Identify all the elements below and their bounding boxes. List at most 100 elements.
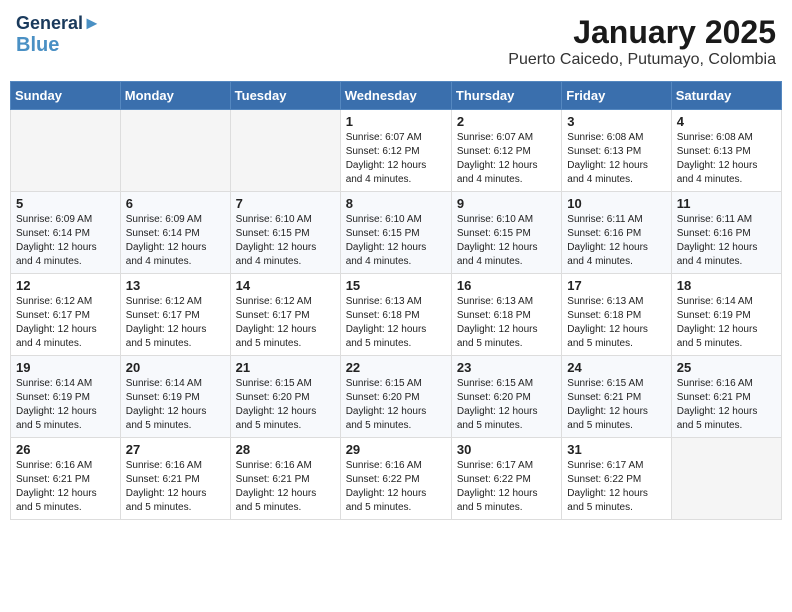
day-number: 20 [126, 360, 225, 375]
calendar-cell: 14 Sunrise: 6:12 AM Sunset: 6:17 PM Dayli… [230, 274, 340, 356]
calendar-cell: 3 Sunrise: 6:08 AM Sunset: 6:13 PM Daylig… [562, 110, 671, 192]
day-info: Sunrise: 6:17 AM Sunset: 6:22 PM Dayligh… [457, 459, 556, 515]
day-number: 19 [16, 360, 115, 375]
weekday-header-saturday: Saturday [671, 82, 781, 110]
calendar-cell: 25Sunrise: 6:16 AM Sunset: 6:21 PM Dayli… [671, 356, 781, 438]
calendar-cell: 15 Sunrise: 6:13 AM Sunset: 6:18 PM Dayli… [340, 274, 451, 356]
day-number: 6 [126, 196, 225, 211]
day-number: 12 [16, 278, 115, 293]
day-number: 10 [567, 196, 665, 211]
calendar-header-row: SundayMondayTuesdayWednesdayThursdayFrid… [11, 82, 782, 110]
day-info: Sunrise: 6:10 AM Sunset: 6:15 PM Dayligh… [346, 213, 446, 269]
day-info: Sunrise: 6:08 AM Sunset: 6:13 PM Dayligh… [567, 131, 665, 187]
calendar-cell: 21Sunrise: 6:15 AM Sunset: 6:20 PM Dayli… [230, 356, 340, 438]
day-info: Sunrise: 6:15 AM Sunset: 6:20 PM Dayligh… [457, 377, 556, 433]
calendar-cell: 28 Sunrise: 6:16 AM Sunset: 6:21 PM Dayli… [230, 438, 340, 520]
day-info: Sunrise: 6:16 AM Sunset: 6:21 PM Dayligh… [16, 459, 115, 515]
calendar-cell: 31Sunrise: 6:17 AM Sunset: 6:22 PM Dayli… [562, 438, 671, 520]
calendar-cell: 16 Sunrise: 6:13 AM Sunset: 6:18 PM Dayli… [451, 274, 561, 356]
calendar-title: January 2025 [508, 14, 776, 51]
logo-text-blue: Blue [16, 34, 59, 56]
weekday-header-friday: Friday [562, 82, 671, 110]
calendar-cell: 27 Sunrise: 6:16 AM Sunset: 6:21 PM Dayli… [120, 438, 230, 520]
day-number: 3 [567, 114, 665, 129]
day-number: 24 [567, 360, 665, 375]
day-number: 14 [236, 278, 335, 293]
calendar-cell [11, 110, 121, 192]
calendar-cell: 9 Sunrise: 6:10 AM Sunset: 6:15 PM Daylig… [451, 192, 561, 274]
day-info: Sunrise: 6:15 AM Sunset: 6:20 PM Dayligh… [236, 377, 335, 433]
calendar-cell: 22Sunrise: 6:15 AM Sunset: 6:20 PM Dayli… [340, 356, 451, 438]
day-info: Sunrise: 6:11 AM Sunset: 6:16 PM Dayligh… [567, 213, 665, 269]
calendar-cell [120, 110, 230, 192]
calendar-cell: 20 Sunrise: 6:14 AM Sunset: 6:19 PM Dayli… [120, 356, 230, 438]
calendar-cell: 1Sunrise: 6:07 AM Sunset: 6:12 PM Daylig… [340, 110, 451, 192]
day-number: 5 [16, 196, 115, 211]
calendar-week-row: 19 Sunrise: 6:14 AM Sunset: 6:19 PM Dayli… [11, 356, 782, 438]
calendar-cell [671, 438, 781, 520]
day-number: 18 [677, 278, 776, 293]
day-number: 30 [457, 442, 556, 457]
day-info: Sunrise: 6:10 AM Sunset: 6:15 PM Dayligh… [457, 213, 556, 269]
calendar-cell: 29Sunrise: 6:16 AM Sunset: 6:22 PM Dayli… [340, 438, 451, 520]
calendar-cell: 8 Sunrise: 6:10 AM Sunset: 6:15 PM Daylig… [340, 192, 451, 274]
day-info: Sunrise: 6:14 AM Sunset: 6:19 PM Dayligh… [677, 295, 776, 351]
day-info: Sunrise: 6:14 AM Sunset: 6:19 PM Dayligh… [126, 377, 225, 433]
day-info: Sunrise: 6:12 AM Sunset: 6:17 PM Dayligh… [126, 295, 225, 351]
day-info: Sunrise: 6:15 AM Sunset: 6:20 PM Dayligh… [346, 377, 446, 433]
day-info: Sunrise: 6:13 AM Sunset: 6:18 PM Dayligh… [346, 295, 446, 351]
day-info: Sunrise: 6:13 AM Sunset: 6:18 PM Dayligh… [457, 295, 556, 351]
calendar-week-row: 1Sunrise: 6:07 AM Sunset: 6:12 PM Daylig… [11, 110, 782, 192]
calendar-cell: 23 Sunrise: 6:15 AM Sunset: 6:20 PM Dayli… [451, 356, 561, 438]
day-number: 11 [677, 196, 776, 211]
day-info: Sunrise: 6:12 AM Sunset: 6:17 PM Dayligh… [236, 295, 335, 351]
calendar-cell: 26Sunrise: 6:16 AM Sunset: 6:21 PM Dayli… [11, 438, 121, 520]
day-info: Sunrise: 6:15 AM Sunset: 6:21 PM Dayligh… [567, 377, 665, 433]
calendar-cell: 7 Sunrise: 6:10 AM Sunset: 6:15 PM Daylig… [230, 192, 340, 274]
day-info: Sunrise: 6:12 AM Sunset: 6:17 PM Dayligh… [16, 295, 115, 351]
calendar-cell: 6 Sunrise: 6:09 AM Sunset: 6:14 PM Daylig… [120, 192, 230, 274]
day-number: 2 [457, 114, 556, 129]
day-info: Sunrise: 6:09 AM Sunset: 6:14 PM Dayligh… [16, 213, 115, 269]
calendar-cell: 30 Sunrise: 6:17 AM Sunset: 6:22 PM Dayli… [451, 438, 561, 520]
calendar-cell: 24 Sunrise: 6:15 AM Sunset: 6:21 PM Dayli… [562, 356, 671, 438]
logo-text-general: General► [16, 14, 101, 34]
day-number: 13 [126, 278, 225, 293]
calendar-cell: 12 Sunrise: 6:12 AM Sunset: 6:17 PM Dayli… [11, 274, 121, 356]
weekday-header-thursday: Thursday [451, 82, 561, 110]
day-number: 27 [126, 442, 225, 457]
title-block: January 2025 Puerto Caicedo, Putumayo, C… [508, 14, 776, 69]
day-number: 28 [236, 442, 335, 457]
calendar-cell: 10 Sunrise: 6:11 AM Sunset: 6:16 PM Dayli… [562, 192, 671, 274]
calendar-cell: 17 Sunrise: 6:13 AM Sunset: 6:18 PM Dayli… [562, 274, 671, 356]
calendar-subtitle: Puerto Caicedo, Putumayo, Colombia [508, 51, 776, 69]
day-info: Sunrise: 6:16 AM Sunset: 6:21 PM Dayligh… [236, 459, 335, 515]
calendar-cell: 13 Sunrise: 6:12 AM Sunset: 6:17 PM Dayli… [120, 274, 230, 356]
day-number: 8 [346, 196, 446, 211]
calendar-cell: 4Sunrise: 6:08 AM Sunset: 6:13 PM Daylig… [671, 110, 781, 192]
weekday-header-tuesday: Tuesday [230, 82, 340, 110]
day-info: Sunrise: 6:08 AM Sunset: 6:13 PM Dayligh… [677, 131, 776, 187]
logo: General► Blue [16, 14, 101, 56]
calendar-week-row: 12 Sunrise: 6:12 AM Sunset: 6:17 PM Dayli… [11, 274, 782, 356]
weekday-header-wednesday: Wednesday [340, 82, 451, 110]
day-number: 23 [457, 360, 556, 375]
day-number: 9 [457, 196, 556, 211]
day-info: Sunrise: 6:16 AM Sunset: 6:21 PM Dayligh… [126, 459, 225, 515]
day-info: Sunrise: 6:10 AM Sunset: 6:15 PM Dayligh… [236, 213, 335, 269]
day-number: 17 [567, 278, 665, 293]
day-number: 16 [457, 278, 556, 293]
day-info: Sunrise: 6:09 AM Sunset: 6:14 PM Dayligh… [126, 213, 225, 269]
day-info: Sunrise: 6:17 AM Sunset: 6:22 PM Dayligh… [567, 459, 665, 515]
weekday-header-sunday: Sunday [11, 82, 121, 110]
day-info: Sunrise: 6:13 AM Sunset: 6:18 PM Dayligh… [567, 295, 665, 351]
day-info: Sunrise: 6:14 AM Sunset: 6:19 PM Dayligh… [16, 377, 115, 433]
day-number: 7 [236, 196, 335, 211]
day-number: 15 [346, 278, 446, 293]
calendar-cell [230, 110, 340, 192]
calendar-cell: 18 Sunrise: 6:14 AM Sunset: 6:19 PM Dayli… [671, 274, 781, 356]
calendar-cell: 19 Sunrise: 6:14 AM Sunset: 6:19 PM Dayli… [11, 356, 121, 438]
weekday-header-monday: Monday [120, 82, 230, 110]
day-info: Sunrise: 6:16 AM Sunset: 6:21 PM Dayligh… [677, 377, 776, 433]
day-info: Sunrise: 6:07 AM Sunset: 6:12 PM Dayligh… [457, 131, 556, 187]
